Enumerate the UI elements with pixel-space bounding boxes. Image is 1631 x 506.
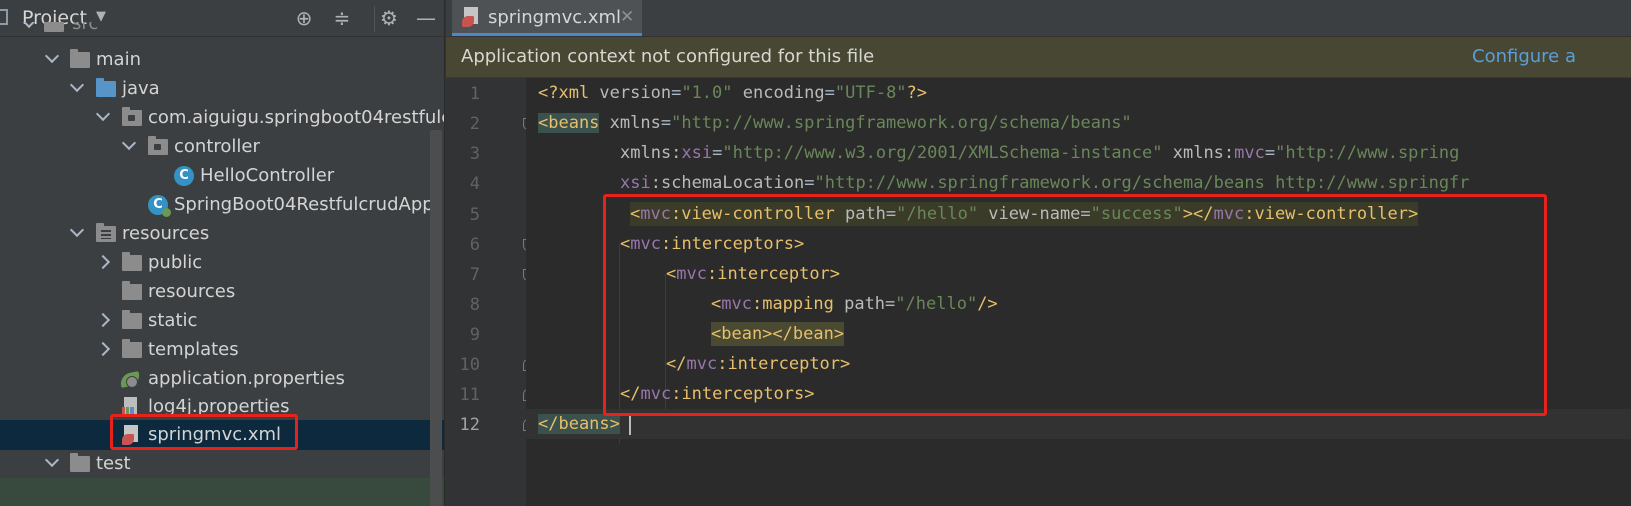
tree-label: application.properties — [148, 368, 345, 389]
chevron-down-icon[interactable] — [122, 138, 136, 152]
line-number: 5 — [469, 205, 480, 225]
tree-label: HelloController — [200, 165, 335, 186]
tree-row-java[interactable]: java — [0, 74, 464, 104]
chevron-right-icon[interactable] — [98, 341, 112, 355]
tree-row-src[interactable]: src — [0, 22, 464, 36]
tree-row-application-class[interactable]: C SpringBoot04RestfulcrudApplication — [0, 190, 464, 220]
line-number: 8 — [469, 295, 480, 315]
tree-label: resources — [148, 281, 236, 302]
package-icon — [148, 136, 168, 155]
chevron-down-icon[interactable] — [96, 109, 110, 123]
line-number: 3 — [469, 144, 480, 164]
code-text: <beans xmlns="http://www.springframework… — [538, 113, 1132, 133]
tree-label: src — [72, 22, 99, 34]
banner-message: Application context not configured for t… — [461, 46, 875, 67]
tree-label: test — [96, 453, 131, 474]
tree-label: templates — [148, 339, 239, 360]
tree-row-partial[interactable] — [0, 478, 464, 506]
line-number: 6 — [469, 235, 480, 255]
resources-folder-icon — [96, 223, 116, 242]
tree-row-application-properties[interactable]: application.properties — [0, 364, 464, 394]
code-line-3: xmlns:xsi="http://www.w3.org/2001/XMLSch… — [526, 138, 1631, 168]
tree-label: main — [96, 49, 141, 70]
spring-properties-icon — [120, 369, 142, 389]
chevron-right-icon[interactable] — [98, 254, 112, 268]
code-line-2: <beans xmlns="http://www.springframework… — [526, 108, 1631, 138]
line-number: 2 — [469, 114, 480, 134]
tree-label: public — [148, 252, 203, 273]
line-number: 4 — [469, 174, 480, 194]
configure-link[interactable]: Configure a — [1472, 45, 1576, 69]
tree-label: static — [148, 310, 198, 331]
text-caret — [629, 413, 631, 435]
tree-row-hellocontroller[interactable]: C HelloController — [0, 161, 464, 191]
folder-icon — [122, 281, 142, 300]
chevron-down-icon[interactable] — [22, 22, 36, 30]
package-icon — [122, 107, 142, 126]
tab-springmvc-xml[interactable]: springmvc.xml ✕ — [452, 0, 642, 36]
folder-icon — [122, 252, 142, 271]
tree-row-main[interactable]: main — [0, 45, 464, 75]
tree-label: java — [122, 78, 160, 99]
spring-xml-icon — [462, 7, 480, 27]
tree-label: resources — [122, 223, 210, 244]
tree-row-resources[interactable]: resources — [0, 277, 464, 307]
folder-icon — [70, 453, 90, 472]
tree-row-templates[interactable]: templates — [0, 335, 464, 365]
highlight-box-code — [603, 194, 1547, 416]
tree-label: SpringBoot04RestfulcrudApplication — [174, 194, 464, 215]
tab-label: springmvc.xml — [488, 7, 622, 28]
folder-icon — [70, 49, 90, 68]
code-text: xsi:schemaLocation="http://www.springfra… — [620, 173, 1470, 193]
context-banner: Application context not configured for t… — [446, 37, 1631, 78]
line-number: 10 — [459, 355, 480, 375]
project-scrollbar[interactable] — [430, 130, 442, 506]
folder-icon — [44, 22, 64, 32]
line-number: 12 — [459, 415, 480, 435]
tree-label: controller — [174, 136, 260, 157]
folder-icon — [122, 310, 142, 329]
tree-row-static[interactable]: static — [0, 306, 464, 336]
chevron-right-icon[interactable] — [98, 312, 112, 326]
editor-tab-bar: springmvc.xml ✕ — [446, 0, 1631, 37]
folder-icon — [122, 339, 142, 358]
close-icon[interactable]: ✕ — [620, 5, 634, 29]
chevron-down-icon[interactable] — [45, 51, 59, 65]
tree-row-public[interactable]: public — [0, 248, 464, 278]
source-folder-icon — [96, 78, 116, 97]
line-number: 11 — [459, 385, 480, 405]
tree-label: com.aiguigu.springboot04restfulcrud — [148, 107, 464, 128]
code-line-1: <?xml version="1.0" encoding="UTF-8"?> — [526, 78, 1631, 108]
tree-row-test[interactable]: test — [0, 449, 464, 479]
spring-boot-class-icon: C — [148, 195, 171, 217]
code-text: <?xml version="1.0" encoding="UTF-8"?> — [538, 83, 928, 103]
line-number: 1 — [469, 84, 480, 104]
line-number: 7 — [469, 265, 480, 285]
class-icon: C — [174, 166, 194, 186]
line-number: 9 — [469, 325, 480, 345]
chevron-down-icon[interactable] — [70, 225, 84, 239]
tree-row-package[interactable]: com.aiguigu.springboot04restfulcrud — [0, 103, 464, 133]
tree-row-controller[interactable]: controller — [0, 132, 464, 162]
chevron-down-icon[interactable] — [70, 80, 84, 94]
chevron-down-icon[interactable] — [45, 455, 59, 469]
highlight-box-file — [110, 414, 298, 450]
code-text: xmlns:xsi="http://www.w3.org/2001/XMLSch… — [620, 143, 1460, 163]
tree-row-resources-root[interactable]: resources — [0, 219, 464, 249]
